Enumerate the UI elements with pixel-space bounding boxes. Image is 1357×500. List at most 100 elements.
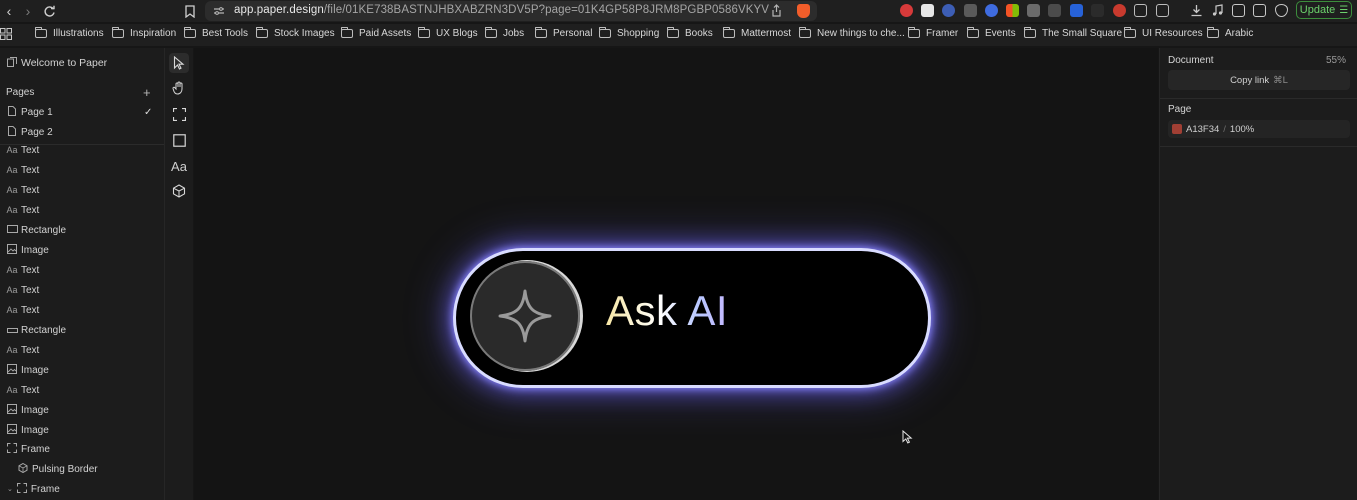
file-title: Welcome to Paper (21, 57, 108, 69)
apps-grid-icon[interactable] (0, 28, 12, 40)
bookmark-folder[interactable]: Paid Assets (341, 27, 411, 39)
reload-icon[interactable] (40, 2, 58, 20)
layer-row[interactable]: Aa Text (0, 180, 164, 200)
page-fill-separator: / (1223, 123, 1226, 135)
layer-row[interactable]: Aa Text (0, 280, 164, 300)
bookmark-label: Inspiration (130, 28, 177, 39)
music-icon[interactable] (1211, 4, 1224, 17)
layer-row[interactable]: Image (0, 400, 164, 420)
bookmark-folder[interactable]: Inspiration (112, 27, 177, 39)
layer-row[interactable]: Aa Text (0, 340, 164, 360)
page-item[interactable]: Page 1 ✓ (0, 102, 164, 122)
folder-icon (35, 27, 47, 38)
bookmark-folder[interactable]: Illustrations (35, 27, 104, 39)
forward-icon[interactable]: › (19, 2, 37, 20)
layer-row[interactable]: Aa Text (0, 260, 164, 280)
select-tool-icon[interactable] (169, 53, 189, 73)
ask-ai-label: Ask AI (606, 287, 729, 334)
layer-label: Text (21, 264, 40, 276)
vpn-shield-icon[interactable] (1275, 4, 1288, 17)
site-settings-icon[interactable] (213, 5, 225, 20)
layer-label: Text (21, 204, 40, 216)
bookmark-folder[interactable]: Events (967, 27, 1016, 39)
copy-link-button[interactable]: Copy link ⌘L (1168, 70, 1350, 90)
frame-tool-icon[interactable] (169, 104, 189, 124)
back-icon[interactable]: ‹ (0, 2, 18, 20)
zoom-level[interactable]: 55% (1326, 55, 1346, 66)
tool-strip: Aa (165, 48, 193, 500)
page-fill-hex[interactable]: A13F34 (1186, 124, 1219, 135)
layer-row[interactable]: Pulsing Border (0, 459, 164, 479)
page-fill-swatch[interactable] (1172, 124, 1182, 134)
wallet-icon[interactable] (1253, 4, 1266, 17)
hand-tool-icon[interactable] (169, 78, 189, 98)
extension-screenshot-icon[interactable] (964, 4, 977, 17)
sidebar-toggle-icon[interactable] (1232, 4, 1245, 17)
extension-cloud-icon[interactable] (1091, 4, 1104, 17)
extension-news-icon[interactable] (921, 4, 934, 17)
rectangle-tool-icon[interactable] (169, 130, 189, 150)
layer-row[interactable]: Rectangle (0, 220, 164, 240)
layer-row[interactable]: Rectangle (0, 320, 164, 340)
extension-k-icon[interactable] (1070, 4, 1083, 17)
pages-header: Pages + (0, 82, 164, 102)
share-icon[interactable] (771, 4, 782, 20)
reader-icon[interactable] (1156, 4, 1169, 17)
folder-icon (341, 27, 353, 38)
shader-tool-icon[interactable] (169, 181, 189, 201)
extensions-puzzle-icon[interactable] (1134, 4, 1147, 17)
bookmark-folder[interactable]: Shopping (599, 27, 659, 39)
extension-puzzle-green-icon[interactable] (1048, 4, 1061, 17)
file-title-row[interactable]: Welcome to Paper (0, 53, 164, 73)
extension-blue-icon[interactable] (985, 4, 998, 17)
update-button[interactable]: Update ☰ (1296, 1, 1352, 19)
layer-row[interactable]: Aa Text (0, 200, 164, 220)
download-icon[interactable] (1190, 4, 1203, 17)
bookmark-folder[interactable]: Framer (908, 27, 958, 39)
design-canvas[interactable]: Ask AI (194, 48, 1158, 500)
bookmark-folder[interactable]: Stock Images (256, 27, 335, 39)
layer-row[interactable]: Aa Text (0, 140, 164, 160)
extension-onepassword-icon[interactable] (942, 4, 955, 17)
text-icon: Aa (6, 385, 18, 395)
layer-row[interactable]: Aa Text (0, 300, 164, 320)
bookmark-folder[interactable]: New things to che... (799, 27, 905, 39)
extension-bolt-icon[interactable] (1027, 4, 1040, 17)
bookmark-folder[interactable]: The Small Square (1024, 27, 1122, 39)
extension-bug-icon[interactable] (1113, 4, 1126, 17)
bookmark-folder[interactable]: UX Blogs (418, 27, 478, 39)
file-icon (5, 57, 19, 69)
divider (1160, 98, 1357, 99)
bookmark-folder[interactable]: Arabic (1207, 27, 1253, 39)
layer-row[interactable]: Image (0, 420, 164, 440)
bookmark-folder[interactable]: Best Tools (184, 27, 248, 39)
layers-panel: Welcome to Paper Pages + Page 1 ✓ Page 2… (0, 48, 165, 500)
chevron-down-icon[interactable]: ⌄ (7, 485, 13, 493)
bookmark-folder[interactable]: Personal (535, 27, 592, 39)
layer-row[interactable]: ⌄ Frame (0, 479, 164, 499)
bookmark-folder[interactable]: UI Resources (1124, 27, 1203, 39)
folder-icon (418, 27, 430, 38)
layer-row[interactable]: Image (0, 240, 164, 260)
extension-microsoft-icon[interactable] (1006, 4, 1019, 17)
bookmark-icon[interactable] (181, 2, 199, 20)
extension-red-icon[interactable] (900, 4, 913, 17)
bookmark-folder[interactable]: Jobs (485, 27, 524, 39)
add-page-icon[interactable]: + (143, 85, 151, 100)
page-item[interactable]: Page 2 (0, 122, 164, 142)
layer-row[interactable]: Frame (0, 439, 164, 459)
layer-row[interactable]: Image (0, 360, 164, 380)
address-bar[interactable]: app.paper.design/file/01KE738BASTNJHBXAB… (205, 1, 817, 21)
layer-row[interactable]: Aa Text (0, 380, 164, 400)
text-tool-icon[interactable]: Aa (169, 156, 189, 176)
layer-label: Text (21, 284, 40, 296)
layer-row[interactable]: Aa Text (0, 160, 164, 180)
page-fill-opacity[interactable]: 100% (1230, 124, 1254, 135)
bookmark-folder[interactable]: Books (667, 27, 713, 39)
ask-ai-button[interactable]: Ask AI (456, 251, 928, 385)
bookmark-folder[interactable]: Mattermost (723, 27, 791, 39)
layer-label: Rectangle (21, 224, 67, 236)
page-fill-field[interactable]: A13F34 / 100% (1168, 120, 1350, 138)
text-icon: Aa (6, 145, 18, 155)
brave-shield-icon[interactable] (797, 4, 810, 18)
